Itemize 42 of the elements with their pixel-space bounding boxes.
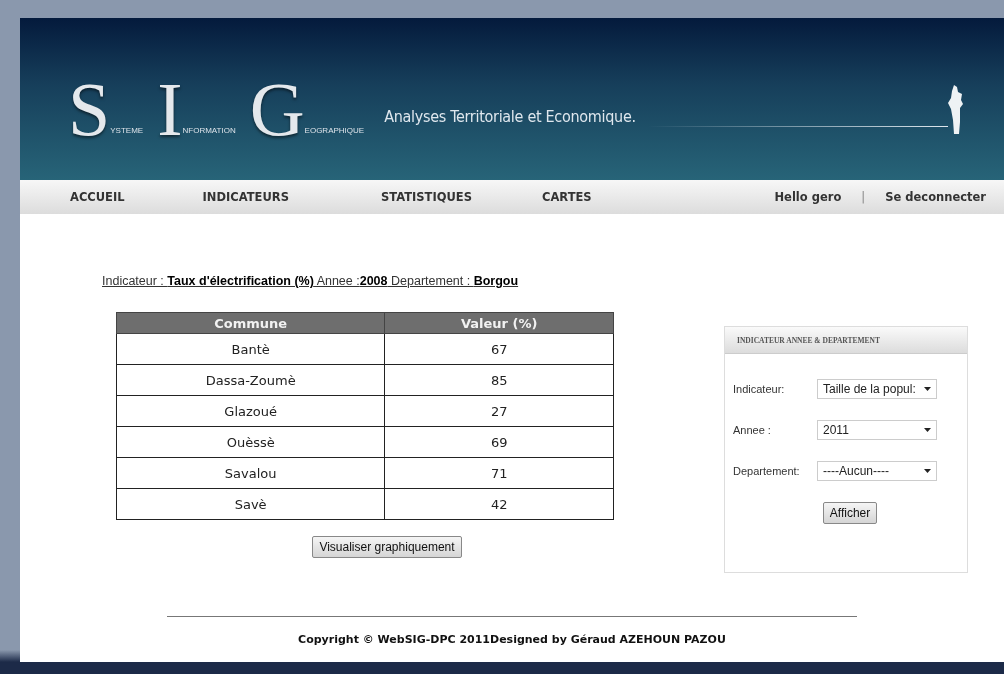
logo-word: EOGRAPHIQUE [304, 126, 365, 136]
table-cell: Savè [116, 488, 385, 520]
dropdown[interactable]: 2011 [817, 420, 937, 440]
logo-word: NFORMATION [182, 126, 236, 136]
copyright-text: Copyright © WebSIG-DPC 2011Designed by Géraud AZEHOUN PAZOU [298, 633, 726, 646]
table-cell: 42 [384, 488, 614, 520]
dropdown[interactable]: Taille de la popul: [817, 379, 937, 399]
visualize-button[interactable]: Visualiser graphiquement [312, 536, 462, 558]
logo-letter: I [157, 78, 183, 140]
field-label: Departement: [733, 465, 801, 477]
logo-letter: G [249, 78, 305, 140]
table-cell: 85 [384, 364, 614, 396]
table-cell: 69 [384, 426, 614, 458]
table-cell: 27 [384, 395, 614, 427]
nav-link[interactable]: CARTES [542, 190, 592, 204]
selection-summary: Indicateur : Taux d'électrification (%) Annee :2008 Departement : Borgou [102, 274, 520, 288]
caret-icon [924, 387, 931, 391]
dropdown[interactable]: ----Aucun---- [817, 461, 937, 481]
show-button[interactable]: Afficher [822, 502, 878, 524]
map-silhouette-icon [948, 85, 964, 135]
site-tagline: Analyses Territoriale et Economique. [384, 106, 636, 126]
caret-icon [924, 469, 931, 473]
table-cell: Ouèssè [116, 426, 385, 458]
table-cell: Savalou [116, 457, 385, 489]
greeting-text: Hello gero [774, 190, 842, 204]
table-cell: Dassa-Zoumè [116, 364, 385, 396]
table-cell: 71 [384, 457, 614, 489]
field-label: Indicateur: [733, 383, 786, 395]
column-header: Valeur (%) [384, 312, 614, 334]
table-cell: Glazoué [116, 395, 385, 427]
field-label: Annee : [733, 424, 772, 436]
caret-icon [924, 428, 931, 432]
nav-link[interactable]: STATISTIQUES [380, 190, 472, 204]
nav-link[interactable]: INDICATEURS [202, 190, 289, 204]
logo-word: YSTEME [110, 126, 144, 136]
table-cell: 67 [384, 333, 614, 365]
nav-separator: | [861, 190, 866, 204]
nav-link[interactable]: ACCUEIL [70, 190, 125, 204]
column-header: Commune [116, 312, 385, 334]
logo-letter: S [68, 78, 111, 140]
logout-link[interactable]: Se deconnecter [885, 190, 986, 204]
table-cell: Bantè [116, 333, 385, 365]
